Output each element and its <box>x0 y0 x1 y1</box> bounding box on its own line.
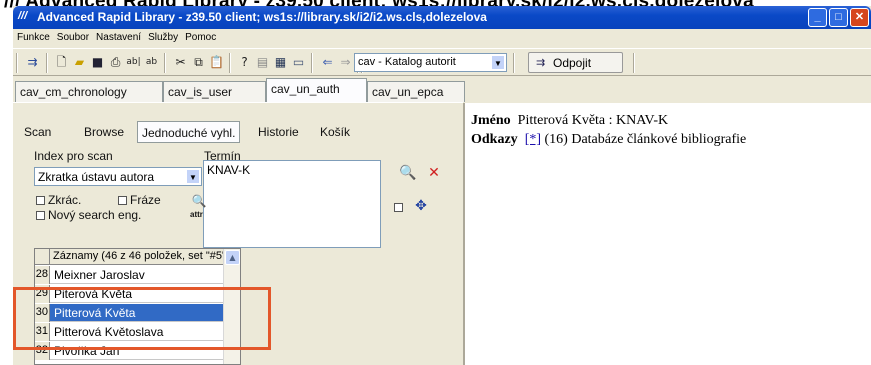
term-input[interactable]: KNAV-K <box>203 160 381 248</box>
forward-arrow-icon[interactable]: ⇒ <box>338 55 353 70</box>
menu-pomoc[interactable]: Pomoc <box>181 29 219 43</box>
connection-tabs: cav_cm_chronology cav_is_user cav_un_aut… <box>13 78 465 102</box>
cut-icon[interactable]: ✂ <box>173 55 188 70</box>
highlight-box <box>13 287 271 350</box>
list-view-icon[interactable]: ▭ <box>291 55 306 70</box>
tab-basket[interactable]: Košík <box>316 121 354 143</box>
attr-label: attr <box>190 210 203 219</box>
table-row[interactable]: 28 Meixner Jaroslav <box>35 266 223 284</box>
catalog-select[interactable]: cav - Katalog autorit ▼ <box>354 53 507 72</box>
abbr-label: Zkrác. <box>48 193 82 207</box>
disconnect-icon: ⇉ <box>536 57 546 69</box>
chevron-down-icon[interactable]: ▼ <box>491 55 505 70</box>
grid-view-icon[interactable]: ▦ <box>273 55 288 70</box>
tab-cav-is-user[interactable]: cav_is_user <box>163 81 266 102</box>
paste-icon[interactable]: 📋 <box>209 55 224 70</box>
close-button[interactable]: ✕ <box>850 8 869 27</box>
card-icon[interactable]: ▤ <box>255 55 270 70</box>
index-label: Index pro scan <box>34 149 113 163</box>
chevron-down-icon[interactable]: ▼ <box>186 169 200 184</box>
menu-sluzby[interactable]: Služby <box>144 29 181 43</box>
detail-refs-link[interactable]: [*] <box>525 132 541 147</box>
search-icon[interactable]: 🔍 <box>397 162 419 184</box>
disconnect-button[interactable]: ⇉ Odpojit <box>528 52 623 73</box>
new-engine-label: Nový search eng. <box>48 208 142 222</box>
index-select-value: Zkratka ústavu autora <box>38 170 155 184</box>
help-icon[interactable]: ? <box>237 55 252 70</box>
move-icon[interactable]: ✥ <box>410 195 432 217</box>
detail-name-value: Pitterová Květa : KNAV-K <box>517 113 669 128</box>
extra-checkbox[interactable] <box>394 200 406 214</box>
detail-name-line: Jméno Pitterová Květa : KNAV-K <box>471 113 668 129</box>
index-select[interactable]: Zkratka ústavu autora ▼ <box>34 167 202 186</box>
open-folder-icon[interactable]: ▰ <box>72 55 87 70</box>
disconnect-label: Odpojit <box>553 56 592 70</box>
menu-funkce[interactable]: Funkce <box>13 29 53 43</box>
title-bar: /// Advanced Rapid Library - z39.50 clie… <box>13 6 871 29</box>
text-style-icon[interactable]: ab <box>144 55 159 70</box>
new-document-icon[interactable]: 🗋 <box>54 55 69 70</box>
row-text: Meixner Jaroslav <box>54 268 145 282</box>
tab-history[interactable]: Historie <box>254 121 303 143</box>
app-icon: /// <box>18 10 28 22</box>
detail-name-label: Jméno <box>471 113 511 128</box>
menu-soubor[interactable]: Soubor <box>53 29 92 43</box>
results-header-label: Záznamy (46 z 46 položek, set "#5") <box>53 250 230 262</box>
row-number: 28 <box>35 266 50 284</box>
copy-icon[interactable]: ⧉ <box>191 55 206 70</box>
record-detail-pane: Jméno Pitterová Květa : KNAV-K Odkazy [*… <box>463 103 871 365</box>
phrase-label: Fráze <box>130 193 161 207</box>
connect-icon[interactable]: ⇉ <box>25 55 40 70</box>
catalog-select-value: cav - Katalog autorit <box>358 56 456 68</box>
tab-cav-un-epca[interactable]: cav_un_epca <box>367 81 465 102</box>
text-field-icon[interactable]: ab| <box>126 55 141 70</box>
back-arrow-icon[interactable]: ⇐ <box>320 55 335 70</box>
minimize-button[interactable]: _ <box>808 8 827 27</box>
tab-simple-search[interactable]: Jednoduché vyhl. <box>137 121 241 143</box>
save-icon[interactable]: ■ <box>90 55 105 70</box>
print-icon[interactable]: ⎙ <box>108 55 123 70</box>
detail-refs-line: Odkazy [*] (16) Databáze článkové biblio… <box>471 132 746 148</box>
detail-refs-value: (16) Databáze článkové bibliografie <box>544 132 747 147</box>
new-engine-checkbox[interactable]: Nový search eng. <box>36 208 141 222</box>
scroll-up-icon[interactable]: ▲ <box>225 250 240 265</box>
menu-bar: Funkce Soubor Nastavení Služby Pomoc <box>13 29 871 47</box>
tab-browse[interactable]: Browse <box>80 121 128 143</box>
results-header: Záznamy (46 z 46 položek, set "#5") <box>35 249 230 265</box>
term-input-value: KNAV-K <box>207 163 251 177</box>
abbr-checkbox[interactable]: Zkrác. <box>36 193 81 207</box>
clear-x-icon[interactable]: ✕ <box>423 162 445 184</box>
maximize-button[interactable]: □ <box>829 8 848 27</box>
toolbar: ⇉ 🗋 ▰ ■ ⎙ ab| ab ✂ ⧉ 📋 ? ▤ ▦ ▭ ⇐ ⇒ cav -… <box>13 48 871 76</box>
detail-refs-label: Odkazy <box>471 132 518 147</box>
window-title: Advanced Rapid Library - z39.50 client; … <box>37 10 487 24</box>
tab-cav-un-auth[interactable]: cav_un_auth <box>266 78 367 102</box>
tab-cav-cm-chronology[interactable]: cav_cm_chronology <box>15 81 163 102</box>
menu-nastaveni[interactable]: Nastavení <box>92 29 144 43</box>
tab-scan[interactable]: Scan <box>20 121 55 143</box>
phrase-checkbox[interactable]: Fráze <box>118 193 161 207</box>
